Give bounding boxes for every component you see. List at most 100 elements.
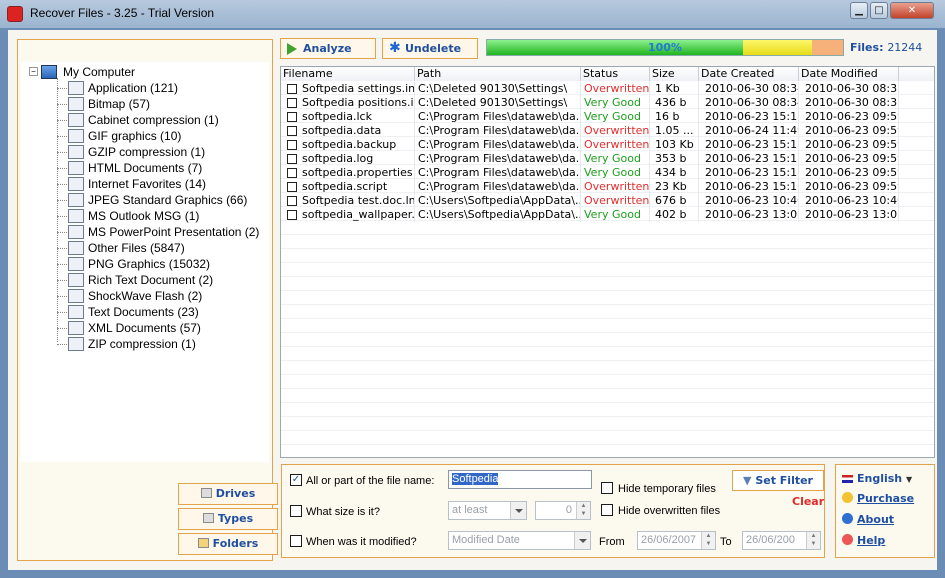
powerpoint-icon <box>68 225 84 239</box>
tree-connector <box>57 88 67 89</box>
table-cell: C:\Program Files\dataweb\da... <box>415 180 581 194</box>
row-checkbox[interactable] <box>287 112 297 122</box>
hide-overwritten-checkbox[interactable] <box>601 504 613 516</box>
size-mode-select[interactable]: at least <box>448 501 527 520</box>
table-cell: 1 Kb <box>650 82 699 96</box>
tree-item-label: MS PowerPoint Presentation (2) <box>88 225 260 239</box>
collapse-icon[interactable]: − <box>29 67 38 76</box>
set-filter-button[interactable]: ▼ Set Filter <box>732 470 824 491</box>
tree-item-label: PNG Graphics (15032) <box>88 257 211 271</box>
tree-item-label: Text Documents (23) <box>88 305 199 319</box>
tree-item-label: ZIP compression (1) <box>88 337 196 351</box>
folders-button[interactable]: Folders <box>178 533 278 555</box>
row-checkbox[interactable] <box>287 182 297 192</box>
close-button[interactable]: ✕ <box>890 2 934 19</box>
size-value-stepper[interactable]: 0 ▲ ▼ <box>535 501 591 520</box>
filter-panel: ✓ All or part of the file name: Softpedi… <box>281 464 825 558</box>
hide-temporary-checkbox[interactable] <box>601 482 613 494</box>
drives-button[interactable]: Drives <box>178 483 278 505</box>
category-tree[interactable]: − My Computer Application (121) Bitmap (5… <box>21 62 269 462</box>
spin-arrows-icon[interactable]: ▲ ▼ <box>806 532 820 549</box>
table-cell: 2010-06-23 10:40 <box>699 194 799 208</box>
undelete-button[interactable]: ✱ Undelete <box>382 38 478 59</box>
size-filter-label: What size is it? <box>306 506 380 518</box>
column-header[interactable]: Size <box>650 67 699 81</box>
table-row[interactable]: softpedia.data C:\Program Files\dataweb\d… <box>281 124 934 138</box>
table-row[interactable]: Softpedia settings.ini C:\Deleted 90130\S… <box>281 82 934 96</box>
modified-mode-select[interactable]: Modified Date <box>448 531 591 550</box>
row-checkbox[interactable] <box>287 196 297 206</box>
application-icon <box>68 81 84 95</box>
spin-arrows-icon[interactable]: ▲ ▼ <box>701 532 715 549</box>
table-cell: Very Good <box>581 208 650 222</box>
column-header[interactable]: Path <box>415 67 581 81</box>
to-date-picker[interactable]: 26/06/200 ▲ ▼ <box>742 531 821 550</box>
chevron-down-icon: ▼ <box>905 475 913 484</box>
purchase-link[interactable]: Purchase <box>842 492 914 505</box>
table-row[interactable]: softpedia.log C:\Program Files\dataweb\da… <box>281 152 934 166</box>
help-link[interactable]: Help <box>842 534 885 547</box>
table-cell: 353 b <box>650 152 699 166</box>
table-cell: 2010-06-24 11:49 <box>699 124 799 138</box>
links-panel: English ▼ Purchase About Help <box>835 464 935 558</box>
row-checkbox[interactable] <box>287 210 297 220</box>
tree-connector <box>57 328 67 329</box>
row-checkbox[interactable] <box>287 98 297 108</box>
row-checkbox[interactable] <box>287 154 297 164</box>
row-checkbox[interactable] <box>287 126 297 136</box>
about-link[interactable]: About <box>842 513 894 526</box>
table-row[interactable]: softpedia.backup C:\Program Files\dataweb… <box>281 138 934 152</box>
table-cell: 2010-06-23 09:59 <box>799 180 899 194</box>
other-files-icon <box>68 241 84 255</box>
table-cell: 2010-06-23 10:40 <box>799 194 899 208</box>
column-header[interactable]: Date Created <box>699 67 799 81</box>
to-label: To <box>720 536 732 548</box>
column-header[interactable]: Status <box>581 67 650 81</box>
hide-temporary-label: Hide temporary files <box>618 483 716 495</box>
row-checkbox[interactable] <box>287 84 297 94</box>
tree-connector <box>57 344 67 345</box>
column-header[interactable]: Filename <box>281 67 415 81</box>
table-row[interactable]: Softpedia test.doc.lnk C:\Users\Softpedia… <box>281 194 934 208</box>
table-row[interactable]: Softpedia positions.ini C:\Deleted 90130\… <box>281 96 934 110</box>
analyze-button[interactable]: Analyze <box>280 38 376 59</box>
tree-item-label: JPEG Standard Graphics (66) <box>88 193 248 207</box>
size-filter-checkbox[interactable] <box>290 505 302 517</box>
types-button[interactable]: Types <box>178 508 278 530</box>
clear-button[interactable]: Clear <box>792 495 824 508</box>
tree-connector <box>57 216 67 217</box>
filename-filter-checkbox[interactable]: ✓ <box>290 474 302 486</box>
table-cell: Overwritten <box>581 124 650 138</box>
png-icon <box>68 257 84 271</box>
row-checkbox[interactable] <box>287 168 297 178</box>
scan-progress-bar: 100% <box>486 39 844 56</box>
row-checkbox[interactable] <box>287 140 297 150</box>
spin-arrows-icon[interactable]: ▲ ▼ <box>576 502 590 519</box>
files-count: Files: 21244 <box>850 41 923 54</box>
table-cell: 2010-06-30 08:33 <box>799 96 899 110</box>
arrow-right-icon <box>287 43 297 55</box>
table-row[interactable]: softpedia.properties C:\Program Files\dat… <box>281 166 934 180</box>
language-select[interactable]: English ▼ <box>842 472 912 485</box>
table-row[interactable]: softpedia.script C:\Program Files\dataweb… <box>281 180 934 194</box>
tree-item-label: Rich Text Document (2) <box>88 273 214 287</box>
table-row[interactable]: softpedia.lck C:\Program Files\dataweb\da… <box>281 110 934 124</box>
table-cell: Overwritten <box>581 82 650 96</box>
gzip-icon <box>68 145 84 159</box>
minimize-button[interactable]: ▁ <box>850 2 868 19</box>
left-panel: − My Computer Application (121) Bitmap (5… <box>17 39 278 561</box>
modified-filter-checkbox[interactable] <box>290 535 302 547</box>
table-row[interactable]: softpedia_wallpaper.... C:\Users\Softpedi… <box>281 208 934 222</box>
table-cell: 1.05 ... <box>650 124 699 138</box>
table-cell: 2010-06-23 09:59 <box>799 152 899 166</box>
column-header[interactable]: Date Modified <box>799 67 899 81</box>
smiley-icon <box>842 492 853 503</box>
tree-item-label: GZIP compression (1) <box>88 145 206 159</box>
jpeg-icon <box>68 193 84 207</box>
tree-connector <box>57 264 67 265</box>
filename-input[interactable]: Softpedia <box>448 470 592 489</box>
file-table[interactable]: Filename Path Status Size Date Created Date M… <box>280 66 935 458</box>
maximize-button[interactable]: □ <box>870 2 888 19</box>
from-label: From <box>599 536 625 548</box>
from-date-picker[interactable]: 26/06/2007 ▲ ▼ <box>637 531 716 550</box>
